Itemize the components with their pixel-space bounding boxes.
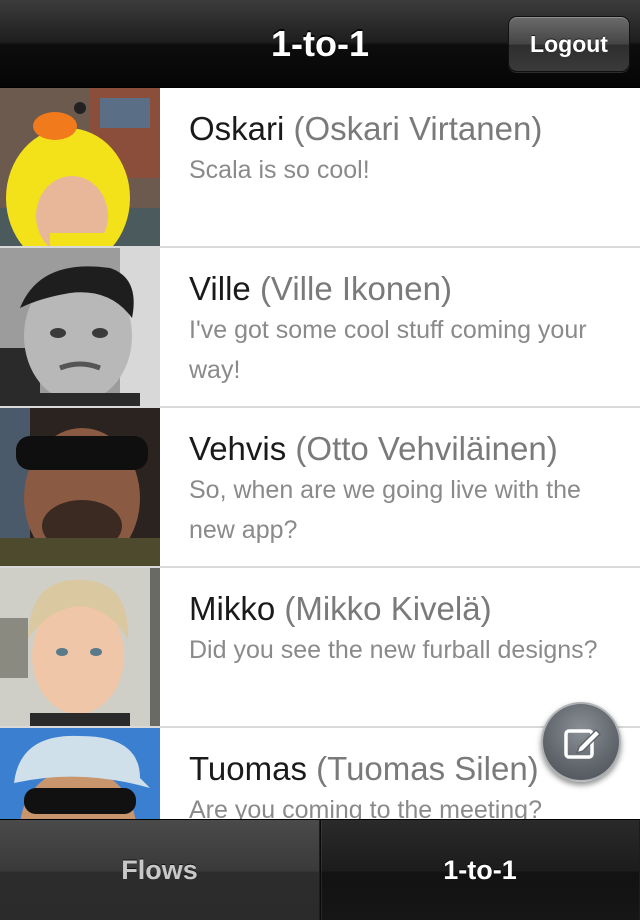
- contact-list[interactable]: Oskari (Oskari Virtanen) Scala is so coo…: [0, 88, 640, 819]
- contact-name-line: Tuomas (Tuomas Silen): [189, 748, 600, 790]
- avatar: [0, 568, 160, 726]
- contact-fullname: (Otto Vehviläinen): [295, 430, 558, 467]
- last-message: Did you see the new furball designs?: [189, 636, 598, 664]
- tab-flows[interactable]: Flows: [0, 820, 319, 920]
- contact-nickname: Ville: [189, 270, 251, 307]
- compose-icon: [564, 728, 602, 759]
- contact-name-line: Mikko (Mikko Kivelä): [189, 588, 600, 630]
- navigation-bar: 1-to-1 Logout: [0, 0, 640, 88]
- contact-fullname: (Mikko Kivelä): [284, 590, 492, 627]
- contact-fullname: (Oskari Virtanen): [293, 110, 543, 147]
- contact-name-line: Ville (Ville Ikonen): [189, 268, 600, 310]
- contact-name-line: Oskari (Oskari Virtanen): [189, 108, 600, 150]
- avatar: [0, 88, 160, 246]
- contact-fullname: (Ville Ikonen): [259, 270, 452, 307]
- last-message: Are you coming to the meeting?: [189, 796, 542, 819]
- list-item[interactable]: Mikko (Mikko Kivelä) Did you see the new…: [0, 568, 640, 728]
- avatar: [0, 408, 160, 566]
- contact-name-line: Vehvis (Otto Vehviläinen): [189, 428, 600, 470]
- last-message: I've got some cool stuff coming your way…: [189, 316, 587, 384]
- logout-button[interactable]: Logout: [508, 16, 630, 72]
- tab-bar: Flows 1-to-1: [0, 819, 640, 920]
- contact-nickname: Oskari: [189, 110, 285, 147]
- tab-1-to-1[interactable]: 1-to-1: [320, 820, 639, 920]
- contact-nickname: Tuomas: [189, 750, 307, 787]
- last-message: Scala is so cool!: [189, 156, 370, 184]
- list-item[interactable]: Vehvis (Otto Vehviläinen) So, when are w…: [0, 408, 640, 568]
- avatar: [0, 728, 160, 819]
- contact-nickname: Vehvis: [189, 430, 287, 467]
- list-item[interactable]: Ville (Ville Ikonen) I've got some cool …: [0, 248, 640, 408]
- avatar: [0, 248, 160, 406]
- contact-fullname: (Tuomas Silen): [316, 750, 539, 787]
- contact-nickname: Mikko: [189, 590, 276, 627]
- list-item[interactable]: Oskari (Oskari Virtanen) Scala is so coo…: [0, 88, 640, 248]
- compose-button[interactable]: [541, 702, 621, 782]
- last-message: So, when are we going live with the new …: [189, 476, 581, 544]
